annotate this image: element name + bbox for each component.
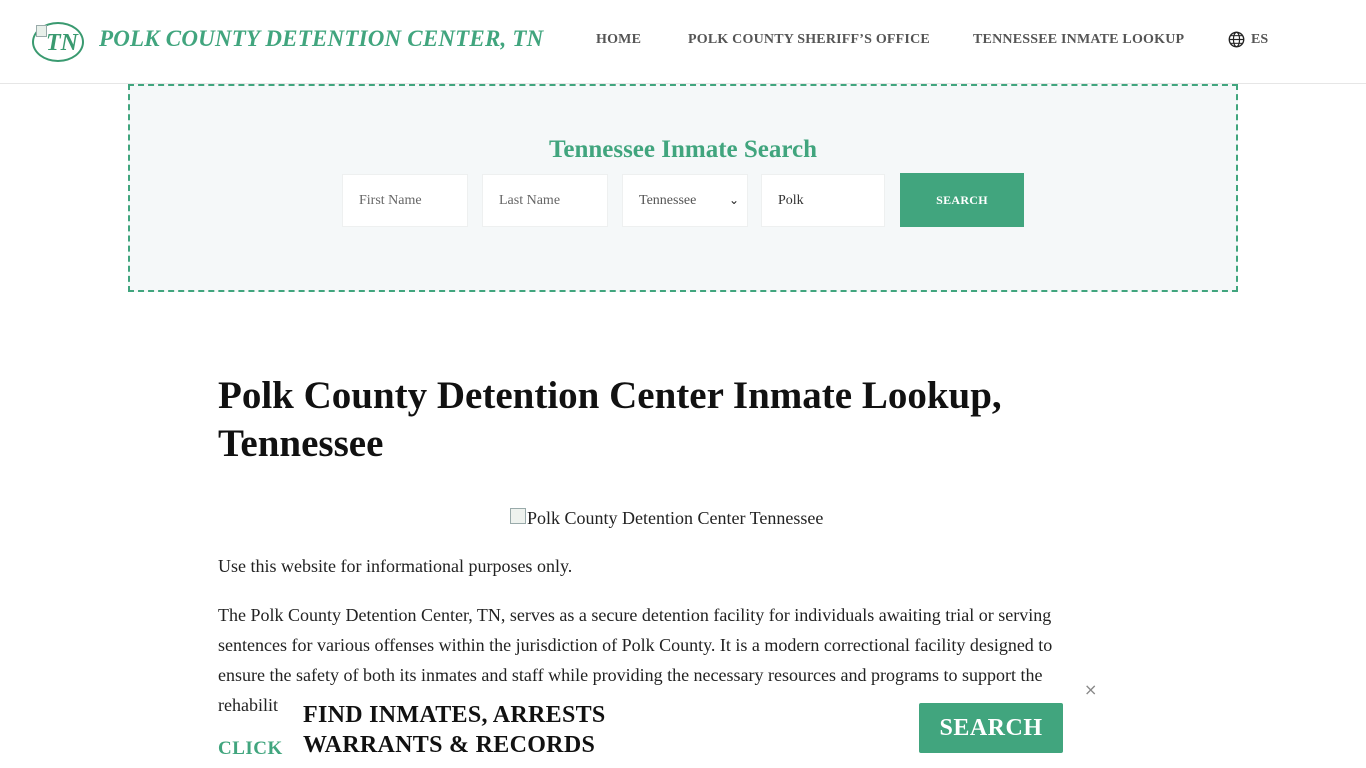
intro-line-4: rehabilit bbox=[218, 695, 278, 715]
first-name-input[interactable]: First Name bbox=[342, 174, 468, 227]
nav-sheriff-office[interactable]: POLK COUNTY SHERIFF’S OFFICE bbox=[688, 32, 930, 48]
close-icon[interactable]: × bbox=[1084, 680, 1097, 699]
site-title-link[interactable]: POLK COUNTY DETENTION CENTER, TN bbox=[99, 26, 543, 52]
intro-line-1: The Polk County Detention Center, TN, se… bbox=[218, 605, 1052, 625]
chevron-down-icon: ⌄ bbox=[728, 193, 739, 207]
facility-image-alt: Polk County Detention Center Tennessee bbox=[527, 508, 824, 528]
ad-line-2: WARRANTS & RECORDS bbox=[303, 732, 596, 758]
first-name-placeholder: First Name bbox=[359, 192, 422, 208]
broken-image-icon bbox=[510, 508, 526, 524]
logo-text: TN bbox=[46, 30, 78, 56]
last-name-input[interactable]: Last Name bbox=[482, 174, 608, 227]
facility-image: Polk County Detention Center Tennessee bbox=[510, 508, 823, 529]
ad-banner[interactable]: FIND INMATES, ARRESTS WARRANTS & RECORDS… bbox=[292, 680, 1112, 768]
county-input[interactable]: Polk bbox=[761, 174, 885, 227]
language-label: ES bbox=[1251, 31, 1269, 47]
last-name-placeholder: Last Name bbox=[499, 192, 561, 208]
intro-line-3: ensure the safety of both its inmates an… bbox=[218, 665, 1043, 685]
site-header: TN POLK COUNTY DETENTION CENTER, TN HOME… bbox=[0, 0, 1366, 84]
nav-inmate-lookup[interactable]: TENNESSEE INMATE LOOKUP bbox=[973, 32, 1184, 48]
page-title-line2: Tennessee bbox=[218, 422, 384, 465]
inmate-search-panel: Tennessee Inmate Search First Name Last … bbox=[128, 84, 1238, 292]
state-selected-value: Tennessee bbox=[639, 192, 697, 208]
disclaimer-text: Use this website for informational purpo… bbox=[218, 556, 573, 576]
search-title: Tennessee Inmate Search bbox=[548, 136, 818, 163]
county-value: Polk bbox=[778, 192, 804, 208]
click-link[interactable]: CLICK bbox=[218, 738, 283, 760]
language-switcher[interactable]: ES bbox=[1228, 31, 1268, 48]
intro-line-2: sentences for various offenses within th… bbox=[218, 635, 1053, 655]
page-title-line1: Polk County Detention Center Inmate Look… bbox=[218, 374, 1002, 417]
page-title: Polk County Detention Center Inmate Look… bbox=[218, 372, 1118, 468]
state-select[interactable]: Tennessee ⌄ bbox=[622, 174, 748, 227]
site-logo[interactable]: TN bbox=[32, 22, 84, 62]
ad-line-1: FIND INMATES, ARRESTS bbox=[303, 702, 606, 728]
nav-home[interactable]: HOME bbox=[596, 32, 641, 48]
ad-search-button[interactable]: SEARCH bbox=[919, 703, 1063, 753]
search-button[interactable]: SEARCH bbox=[900, 173, 1024, 227]
globe-icon bbox=[1228, 31, 1245, 48]
ad-headline: FIND INMATES, ARRESTS WARRANTS & RECORDS bbox=[303, 700, 606, 760]
